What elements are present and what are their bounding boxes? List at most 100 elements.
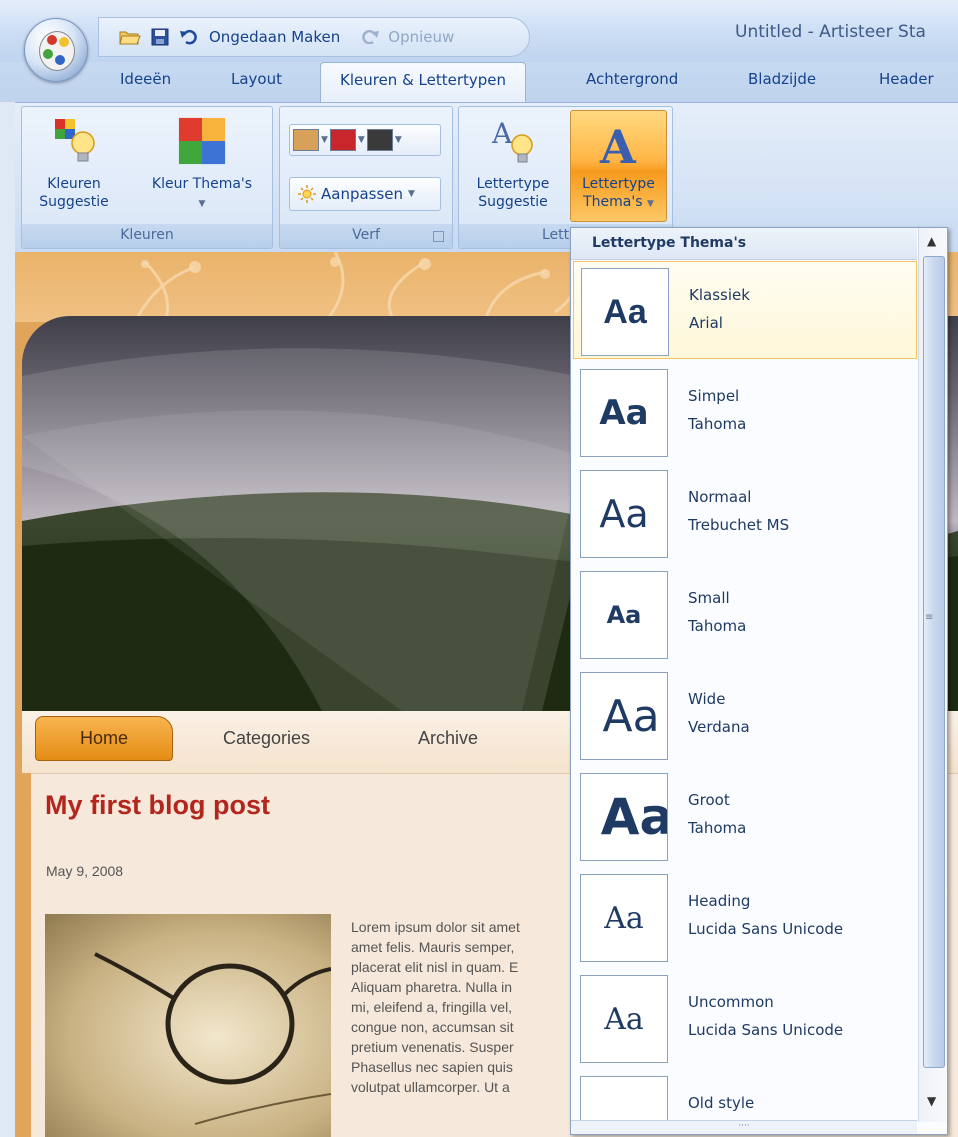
font-theme-icon: A (594, 111, 644, 169)
tab-kleuren-lettertypen[interactable]: Kleuren & Lettertypen (320, 62, 527, 103)
chevron-down-icon: ▼ (198, 199, 206, 209)
font-theme-name: Simpel (688, 387, 740, 405)
undo-button[interactable]: Ongedaan Maken (209, 28, 340, 46)
gallery-resize-grip[interactable]: ···· (571, 1120, 917, 1134)
lettertype-themas-label-2: Thema's (583, 194, 643, 210)
font-theme-font: Tahoma (688, 415, 747, 433)
palette-dot-green (43, 49, 53, 59)
swatch-1[interactable] (293, 129, 319, 151)
office-orb-button[interactable] (24, 18, 88, 82)
font-theme-font: Tahoma (688, 617, 747, 635)
font-sample: Aa (602, 690, 660, 742)
font-theme-font: Lucida Sans Unicode (688, 920, 844, 938)
font-theme-name: Heading (688, 892, 751, 910)
aanpassen-label: Aanpassen (321, 185, 404, 203)
font-preview: Aa (580, 672, 668, 760)
font-theme-font: Trebuchet MS (688, 516, 790, 534)
chevron-down-icon: ▼ (646, 199, 654, 209)
kleuren-suggestie-button[interactable]: Kleuren Suggestie (36, 111, 112, 211)
font-sample: Aa (604, 900, 644, 936)
chevron-down-icon[interactable]: ▼ (395, 135, 402, 145)
window-title: Untitled - Artisteer Sta (735, 22, 926, 42)
scroll-up-icon[interactable]: ▲ (927, 234, 936, 248)
lettertype-themas-button[interactable]: A Lettertype Thema's ▼ (570, 110, 667, 222)
font-sample: Aa (603, 292, 647, 331)
font-theme-item-uncommon[interactable]: Aa Uncommon Lucida Sans Unicode (573, 969, 917, 1067)
font-theme-item-klassiek[interactable]: Aa Klassiek Arial (573, 261, 917, 359)
dialog-launcher-icon[interactable] (433, 231, 444, 242)
font-sample: Aa (604, 1001, 644, 1037)
tab-bladzijde[interactable]: Bladzijde (748, 70, 816, 88)
tab-achtergrond[interactable]: Achtergrond (586, 70, 678, 88)
nav-archive[interactable]: Archive (418, 728, 478, 749)
font-theme-name: Uncommon (688, 993, 774, 1011)
palette-dot-red (47, 35, 57, 45)
font-theme-item-wide[interactable]: Aa Wide Verdana (573, 666, 917, 764)
font-theme-font: Verdana (688, 718, 750, 736)
font-theme-name: Klassiek (689, 286, 750, 304)
kleuren-suggestie-label-2: Suggestie (39, 194, 109, 210)
kleur-themas-label: Kleur Thema's (151, 176, 253, 192)
chevron-down-icon[interactable]: ▼ (358, 135, 365, 145)
scroll-down-icon[interactable]: ▼ (927, 1094, 936, 1108)
open-folder-icon[interactable] (119, 27, 141, 47)
font-sample: Aa (606, 601, 642, 629)
post-date: May 9, 2008 (46, 863, 124, 879)
kleur-themas-button[interactable]: Kleur Thema's ▼ (140, 111, 264, 213)
glasses-icon (94, 952, 331, 1125)
font-sample: Aa (599, 393, 649, 433)
tab-ideeen[interactable]: Ideeën (120, 70, 171, 88)
nav-categories[interactable]: Categories (223, 728, 310, 749)
font-preview: Aa (580, 773, 668, 861)
font-theme-gallery: Lettertype Thema's Aa Klassiek Arial Aa … (570, 227, 948, 1135)
redo-icon[interactable] (358, 27, 380, 47)
nav-home[interactable]: Home (35, 716, 173, 761)
chevron-down-icon[interactable]: ▼ (321, 135, 328, 145)
paint-swatches: ▼ ▼ ▼ (289, 124, 441, 156)
sun-icon (298, 185, 316, 203)
font-theme-name: Normaal (688, 488, 752, 506)
post-title[interactable]: My first blog post (45, 790, 270, 821)
gallery-title: Lettertype Thema's (571, 228, 917, 260)
font-preview: Aa (580, 571, 668, 659)
font-sample: Aa (599, 492, 649, 536)
undo-icon[interactable] (179, 27, 201, 47)
font-preview: Aa (580, 470, 668, 558)
tab-header[interactable]: Header (879, 70, 934, 88)
svg-text:A: A (491, 117, 513, 150)
lettertype-suggestie-label-2: Suggestie (478, 194, 548, 210)
font-theme-item-simpel[interactable]: Aa Simpel Tahoma (573, 363, 917, 461)
svg-text:A: A (599, 120, 637, 169)
font-theme-font: Tahoma (688, 819, 747, 837)
font-theme-name: Groot (688, 791, 730, 809)
font-preview: Aa (580, 369, 668, 457)
scroll-thumb[interactable] (923, 256, 945, 1068)
post-image (45, 914, 331, 1137)
save-icon[interactable] (149, 27, 171, 47)
font-theme-item-heading[interactable]: Aa Heading Lucida Sans Unicode (573, 868, 917, 966)
lettertype-suggestie-button[interactable]: A Lettertype Suggestie (463, 111, 563, 211)
aanpassen-button[interactable]: Aanpassen ▼ (289, 177, 441, 211)
font-theme-item-groot[interactable]: Aa Groot Tahoma (573, 767, 917, 865)
palette-dot-blue (55, 55, 65, 65)
group-kleuren: Kleuren Suggestie Kleur Thema's ▼ Kleure… (21, 106, 273, 249)
font-theme-font: Lucida Sans Unicode (688, 1021, 844, 1039)
color-theme-icon (177, 111, 227, 169)
redo-button[interactable]: Opnieuw (388, 28, 454, 46)
font-preview: Aa (580, 874, 668, 962)
font-theme-name: Old style (688, 1094, 755, 1112)
title-bar: Ongedaan Maken Opnieuw Untitled - Artist… (0, 0, 958, 62)
color-suggestion-icon (49, 111, 99, 169)
font-theme-font: Arial (689, 314, 723, 332)
gallery-scrollbar[interactable]: ▲ ≡ ▼ (918, 228, 947, 1122)
swatch-2[interactable] (329, 129, 356, 151)
group-title-verf: Verf (280, 224, 452, 248)
font-preview: Aa (581, 268, 669, 356)
font-theme-item-normaal[interactable]: Aa Normaal Trebuchet MS (573, 464, 917, 562)
ribbon-tabs: Ideeën Layout Kleuren & Lettertypen Acht… (0, 62, 958, 103)
swatch-3[interactable] (366, 129, 393, 151)
tab-layout[interactable]: Layout (231, 70, 282, 88)
font-theme-item-small[interactable]: Aa Small Tahoma (573, 565, 917, 663)
lettertype-suggestie-label-1: Lettertype (476, 176, 550, 192)
group-title-kleuren: Kleuren (22, 224, 272, 248)
